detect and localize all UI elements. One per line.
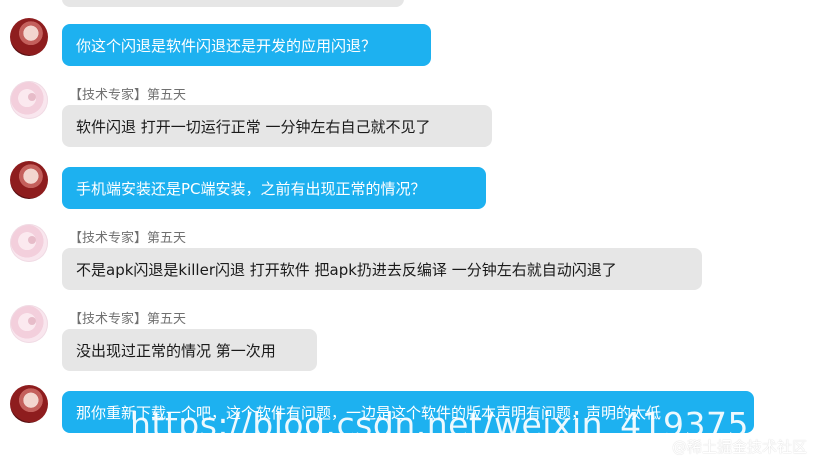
sender-name: 【技术专家】第五天 <box>69 231 187 246</box>
message-text: 不是apk闪退是killer闪退 打开软件 把apk扔进去反编译 一分钟左右就自… <box>76 260 617 279</box>
message-bubble-incoming[interactable]: 软件闪退 打开一切运行正常 一分钟左右自己就不见了 <box>62 105 492 147</box>
message-text: 软件闪退 打开一切运行正常 一分钟左右自己就不见了 <box>76 117 431 136</box>
expert-avatar[interactable] <box>10 81 48 119</box>
message-text: 你这个闪退是软件闪退还是开发的应用闪退？ <box>76 36 377 55</box>
avatar-decoration <box>28 236 36 244</box>
expert-avatar[interactable] <box>10 224 48 262</box>
message-text: 没出现过正常的情况 第一次用 <box>76 341 276 360</box>
url-watermark: https://blog.csdn.net/weixin_419375 <box>130 405 750 444</box>
sender-name: 【技术专家】第五天 <box>69 312 187 327</box>
avatar-decoration <box>28 93 36 101</box>
expert-avatar[interactable] <box>10 305 48 343</box>
message-bubble-incoming[interactable]: 没出现过正常的情况 第一次用 <box>62 329 317 371</box>
site-watermark: @稀土掘金技术社区 <box>671 438 807 456</box>
message-bubble-incoming[interactable]: 不是apk闪退是killer闪退 打开软件 把apk扔进去反编译 一分钟左右就自… <box>62 248 702 290</box>
user-avatar[interactable] <box>10 385 48 423</box>
message-bubble-outgoing[interactable]: 手机端安装还是PC端安装，之前有出现正常的情况？ <box>62 167 486 209</box>
message-bubble-outgoing[interactable]: 你这个闪退是软件闪退还是开发的应用闪退？ <box>62 24 431 66</box>
user-avatar[interactable] <box>10 18 48 56</box>
sender-name: 【技术专家】第五天 <box>69 88 187 103</box>
avatar-decoration <box>28 317 36 325</box>
previous-message-bubble-fragment <box>62 0 404 7</box>
message-text: 手机端安装还是PC端安装，之前有出现正常的情况？ <box>76 179 426 198</box>
user-avatar[interactable] <box>10 161 48 199</box>
